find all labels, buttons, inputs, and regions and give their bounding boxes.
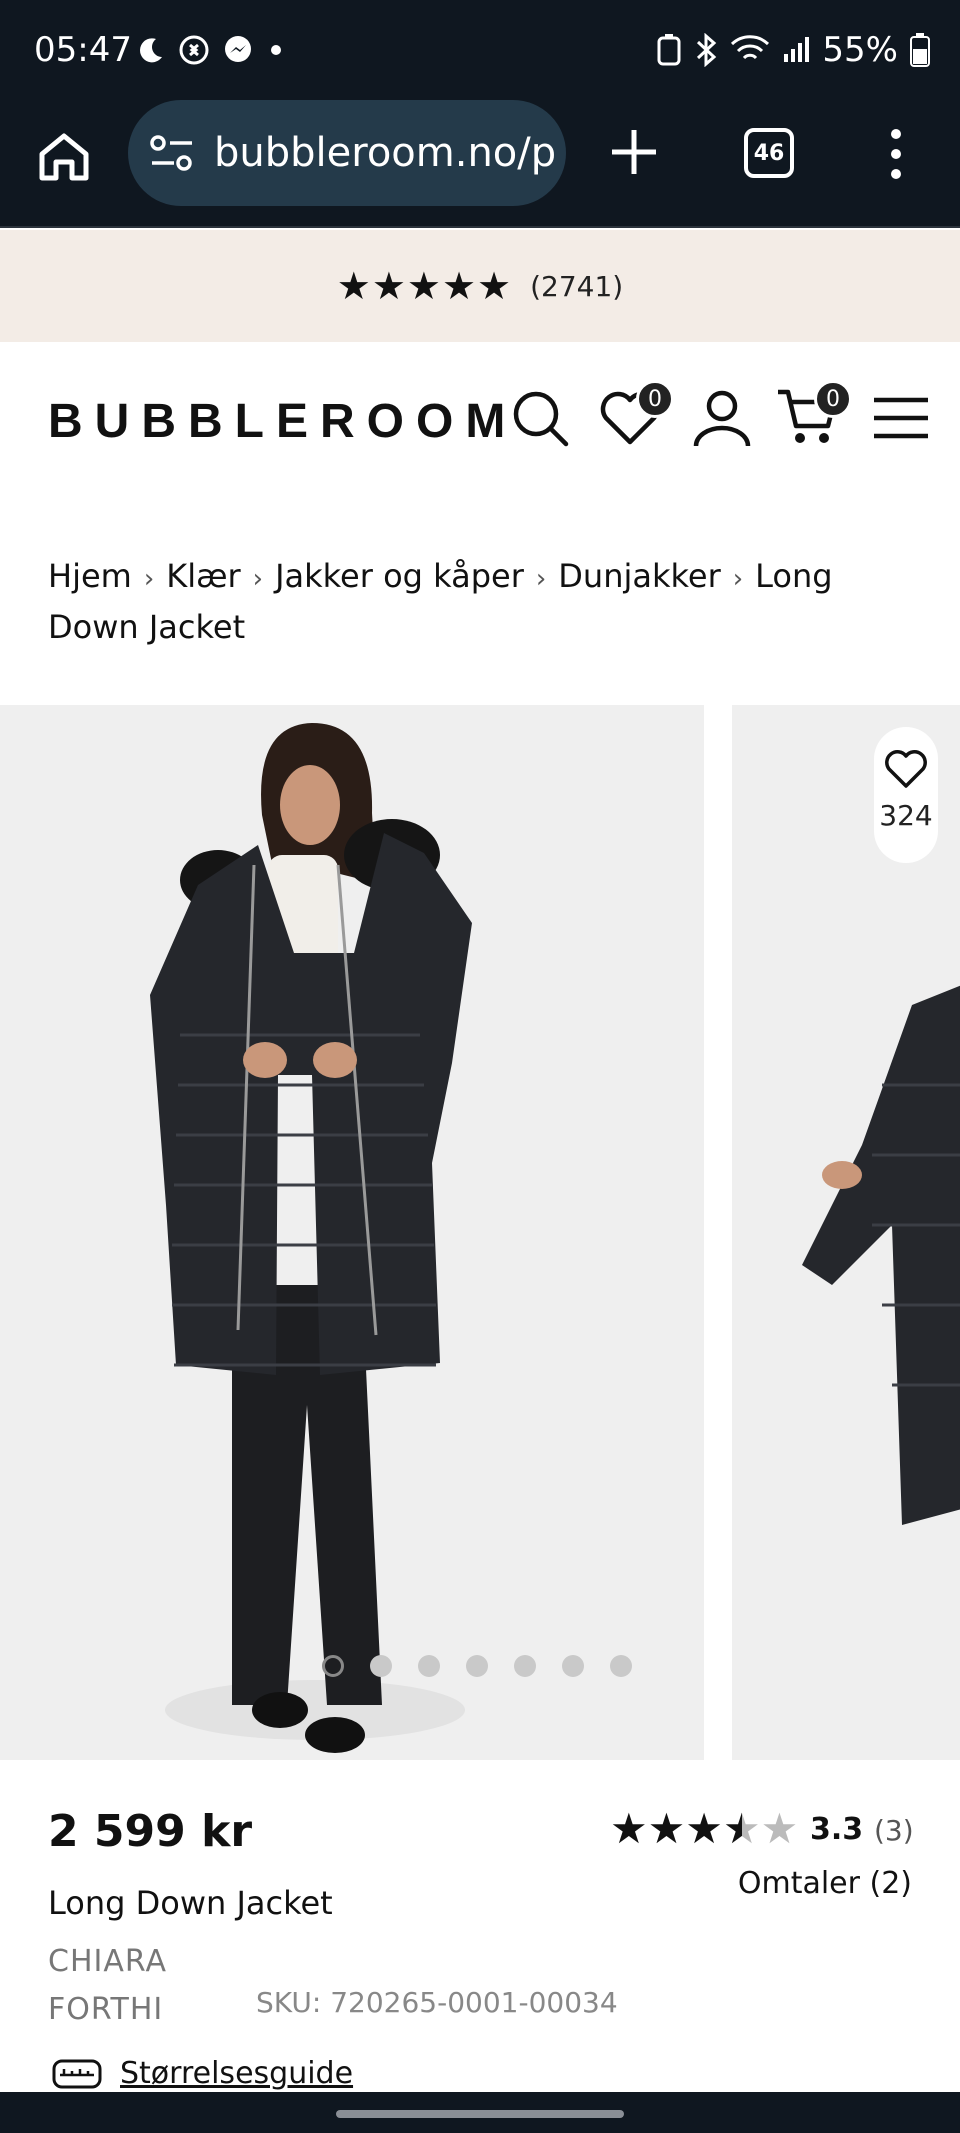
breadcrumb-item-jackets[interactable]: Jakker og kåper — [275, 557, 524, 595]
ruler-icon — [52, 2059, 102, 2088]
status-bar: 05:47 55% — [0, 0, 960, 100]
star-filled-icon: ★★★ — [610, 1804, 723, 1853]
breadcrumb-item-home[interactable]: Hjem — [48, 557, 132, 595]
gesture-handle[interactable] — [336, 2110, 624, 2118]
product-brand[interactable]: CHIARA FORTHI — [48, 1938, 188, 2034]
notification-icons — [136, 34, 286, 66]
status-time: 05:47 — [34, 30, 132, 70]
hamburger-menu-icon[interactable] — [870, 386, 934, 450]
gallery-dot[interactable] — [562, 1655, 584, 1677]
bluetooth-icon — [697, 33, 717, 67]
product-rating-count: (3) — [874, 1814, 914, 1847]
wishlist-count-badge: 0 — [636, 380, 674, 418]
product-image-gallery[interactable]: 324 — [0, 705, 960, 1760]
gallery-dot[interactable] — [610, 1655, 632, 1677]
wifi-icon — [731, 35, 770, 60]
url-text: bubbleroom.no/p — [214, 130, 557, 176]
breadcrumb-separator: › — [732, 564, 744, 594]
battery-icon — [910, 33, 930, 67]
favorite-count: 324 — [879, 799, 933, 832]
size-guide-label: Størrelsesguide — [120, 2056, 354, 2091]
rating-count: (2741) — [530, 269, 624, 303]
overflow-menu-icon[interactable] — [880, 124, 912, 184]
rating-stars: ★★★★★ — [336, 264, 513, 308]
product-rating-score: 3.3 — [810, 1812, 864, 1847]
product-rating-stars[interactable]: ★★★★★ — [610, 1804, 798, 1853]
product-price: 2 599 kr — [48, 1806, 253, 1857]
gallery-dot[interactable] — [466, 1655, 488, 1677]
search-icon[interactable] — [508, 386, 572, 450]
star-half-icon: ★ — [722, 1804, 761, 1853]
browser-toolbar: bubbleroom.no/p 46 — [0, 100, 960, 228]
site-header: BUBBLEROOM 0 0 — [0, 342, 960, 502]
cart-button[interactable]: 0 — [776, 380, 852, 450]
star-empty-icon: ★ — [760, 1804, 799, 1853]
dot-icon — [271, 45, 281, 55]
moon-icon — [140, 38, 162, 63]
breadcrumb-item-clothes[interactable]: Klær — [166, 557, 240, 595]
battery-percent: 55% — [822, 30, 898, 70]
battery-saver-icon — [657, 34, 681, 66]
site-settings-icon[interactable] — [150, 135, 194, 171]
breadcrumb-item-down-jackets[interactable]: Dunjakker — [558, 557, 720, 595]
product-image-main[interactable] — [0, 705, 704, 1760]
bubbleroom-logo[interactable]: BUBBLEROOM — [48, 394, 517, 449]
reviews-link[interactable]: Omtaler (2) — [738, 1866, 912, 1901]
system-navigation-bar — [0, 2092, 960, 2133]
account-icon[interactable] — [690, 386, 754, 450]
signal-icon — [784, 37, 810, 62]
tab-switcher-button[interactable]: 46 — [744, 128, 794, 178]
gallery-dot[interactable] — [514, 1655, 536, 1677]
messenger-icon — [225, 36, 251, 62]
product-name: Long Down Jacket — [48, 1884, 333, 1922]
gallery-dot[interactable] — [370, 1655, 392, 1677]
favorite-button[interactable]: 324 — [874, 727, 938, 863]
heart-icon — [885, 750, 927, 788]
home-icon[interactable] — [36, 128, 92, 184]
breadcrumb: Hjem › Klær › Jakker og kåper › Dunjakker › Long… — [48, 552, 928, 651]
address-bar[interactable]: bubbleroom.no/p — [128, 100, 566, 206]
breadcrumb-separator: › — [143, 564, 155, 594]
gallery-dot[interactable] — [322, 1655, 344, 1677]
cart-count-badge: 0 — [814, 380, 852, 418]
system-icons: 55% — [656, 30, 930, 70]
shazam-icon — [179, 35, 209, 65]
new-tab-icon[interactable] — [606, 124, 662, 180]
wishlist-button[interactable]: 0 — [598, 380, 674, 450]
gallery-pagination — [322, 1655, 632, 1677]
model-wearing-jacket-image — [150, 723, 472, 1753]
model-back-view-image — [802, 985, 960, 1525]
product-sku: SKU: 720265-0001-00034 — [256, 1986, 618, 2019]
product-image-next[interactable] — [732, 705, 960, 1760]
size-guide-link[interactable]: Størrelsesguide — [52, 2056, 353, 2091]
breadcrumb-separator: › — [252, 564, 264, 594]
breadcrumb-separator: › — [535, 564, 547, 594]
store-rating-banner[interactable]: ★★★★★ (2741) — [0, 230, 960, 342]
gallery-dot[interactable] — [418, 1655, 440, 1677]
